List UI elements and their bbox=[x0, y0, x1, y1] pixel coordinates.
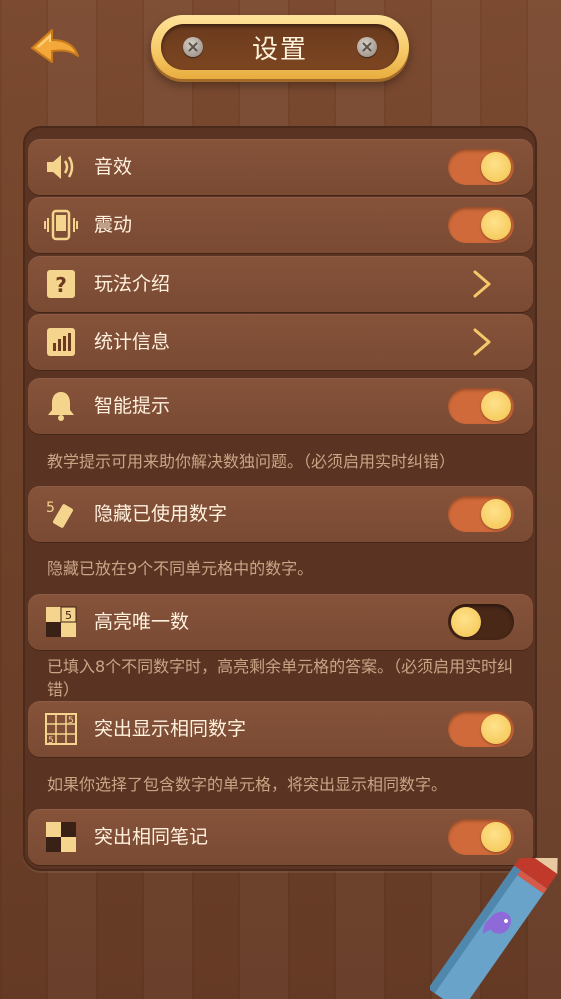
notes-grid-icon bbox=[44, 820, 78, 854]
setting-row-how-to-play[interactable]: ? 玩法介绍 bbox=[28, 256, 533, 312]
toggle-knob bbox=[481, 822, 511, 852]
toggle-knob bbox=[481, 714, 511, 744]
setting-label: 统计信息 bbox=[94, 331, 171, 353]
setting-label: 音效 bbox=[94, 156, 133, 178]
setting-label: 突出显示相同数字 bbox=[94, 718, 247, 740]
toggle-knob bbox=[481, 210, 511, 240]
smart-hints-toggle[interactable] bbox=[448, 388, 514, 424]
setting-description: 已填入8个不同数字时，高亮剩余单元格的答案。（必须启用实时纠错） bbox=[47, 657, 514, 699]
page-title: 设置 bbox=[161, 24, 399, 70]
setting-row-sound[interactable]: 音效 bbox=[28, 139, 533, 195]
back-arrow-icon bbox=[31, 29, 79, 63]
sound-toggle[interactable] bbox=[448, 149, 514, 185]
toggle-knob bbox=[481, 152, 511, 182]
screw-icon bbox=[183, 37, 203, 57]
setting-row-vibration[interactable]: 震动 bbox=[28, 197, 533, 253]
pencil-decoration-icon bbox=[430, 858, 559, 999]
toggle-knob bbox=[451, 607, 481, 637]
hide-used-numbers-toggle[interactable] bbox=[448, 496, 514, 532]
svg-text:5: 5 bbox=[65, 609, 72, 622]
setting-label: 突出相同笔记 bbox=[94, 826, 209, 848]
setting-label: 智能提示 bbox=[94, 395, 171, 417]
setting-label: 震动 bbox=[94, 214, 133, 236]
setting-label: 高亮唯一数 bbox=[94, 611, 190, 633]
highlight-same-notes-toggle[interactable] bbox=[448, 819, 514, 855]
setting-row-statistics[interactable]: 统计信息 bbox=[28, 314, 533, 370]
page-title-text: 设置 bbox=[251, 34, 308, 65]
title-plate: 设置 bbox=[151, 15, 409, 79]
setting-description: 教学提示可用来助你解决数独问题。（必须启用实时纠错） bbox=[47, 452, 456, 471]
same-number-grid-icon: 5 5 bbox=[44, 712, 78, 746]
svg-text:5: 5 bbox=[48, 736, 54, 746]
vibration-toggle[interactable] bbox=[448, 207, 514, 243]
setting-description: 隐藏已放在9个不同单元格中的数字。 bbox=[47, 559, 314, 578]
svg-text:5: 5 bbox=[68, 716, 74, 726]
toggle-knob bbox=[481, 391, 511, 421]
speaker-icon bbox=[44, 150, 78, 184]
question-icon: ? bbox=[44, 267, 78, 301]
bell-icon bbox=[44, 389, 78, 423]
setting-description: 如果你选择了包含数字的单元格，将突出显示相同数字。 bbox=[47, 775, 448, 794]
svg-text:?: ? bbox=[55, 273, 67, 297]
highlight-unique-toggle[interactable] bbox=[448, 604, 514, 640]
statistics-icon bbox=[44, 325, 78, 359]
highlight-cell-icon: 5 bbox=[44, 605, 78, 639]
highlight-same-numbers-toggle[interactable] bbox=[448, 711, 514, 747]
chevron-right-icon bbox=[473, 270, 491, 298]
back-button[interactable] bbox=[28, 24, 84, 72]
vibration-icon bbox=[44, 208, 78, 242]
chevron-right-icon bbox=[473, 328, 491, 356]
setting-label: 玩法介绍 bbox=[94, 273, 171, 295]
setting-row-highlight-unique[interactable]: 5 高亮唯一数 bbox=[28, 594, 533, 650]
setting-row-highlight-same-numbers[interactable]: 5 5 突出显示相同数字 bbox=[28, 701, 533, 757]
setting-row-hide-used-numbers[interactable]: 5 隐藏已使用数字 bbox=[28, 486, 533, 542]
screw-icon bbox=[357, 37, 377, 57]
eraser-number-icon: 5 bbox=[44, 497, 78, 531]
setting-row-highlight-same-notes[interactable]: 突出相同笔记 bbox=[28, 809, 533, 865]
setting-row-smart-hints[interactable]: 智能提示 bbox=[28, 378, 533, 434]
svg-text:5: 5 bbox=[46, 500, 55, 516]
toggle-knob bbox=[481, 499, 511, 529]
setting-label: 隐藏已使用数字 bbox=[94, 503, 228, 525]
